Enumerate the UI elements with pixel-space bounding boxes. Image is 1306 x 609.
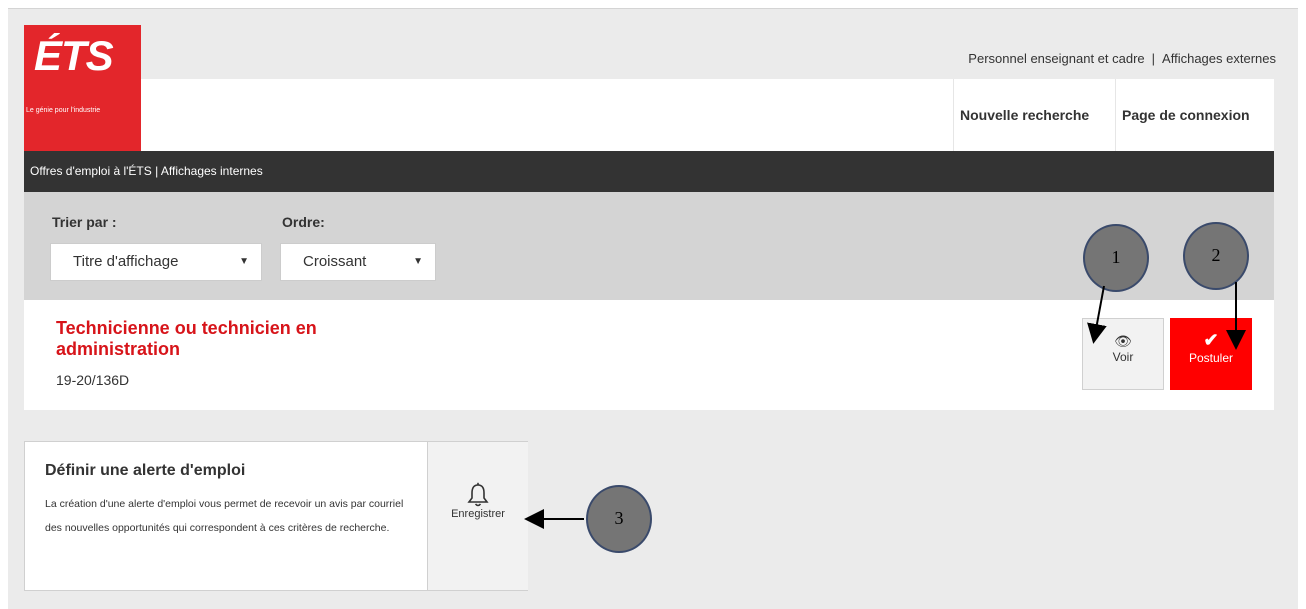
link-staff[interactable]: Personnel enseignant et cadre [968,51,1144,66]
alert-title: Définir une alerte d'emploi [45,462,246,479]
job-title[interactable]: Technicienne ou technicien en administra… [56,318,356,360]
apply-button[interactable]: ✔ Postuler [1170,318,1252,390]
logo-tagline: Le génie pour l'industrie [26,107,101,114]
eye-icon: 👁 [1114,333,1132,349]
job-reference: 19-20/136D [56,372,130,388]
apply-label: Postuler [1188,351,1234,365]
chevron-down-icon: ▼ [413,256,423,267]
annotation-circle-3: 3 [586,485,652,553]
link-separator: | [1151,51,1156,66]
sort-by-select[interactable]: Titre d'affichage ▼ [50,243,262,281]
order-label: Ordre: [282,214,325,230]
breadcrumb: Offres d'emploi à l'ÉTS | Affichages int… [24,151,1274,192]
ets-logo[interactable]: ÉTS Le génie pour l'industrie [24,25,141,158]
page-background: ÉTS Le génie pour l'industrie Personnel … [8,8,1298,609]
job-alert-panel: Définir une alerte d'emploi La création … [24,441,528,591]
login-page-button[interactable]: Page de connexion [1115,79,1274,151]
alert-description: La création d'une alerte d'emploi vous p… [45,498,404,534]
chevron-down-icon: ▼ [239,256,249,267]
sort-by-label: Trier par : [52,214,117,230]
bell-icon [428,482,528,508]
top-links: Personnel enseignant et cadre | Affichages… [968,51,1276,66]
view-label: Voir [1112,350,1134,364]
save-label: Enregistrer [451,508,505,520]
sort-by-value: Titre d'affichage [73,253,179,270]
job-listing: Technicienne ou technicien en administra… [24,300,1274,410]
annotation-circle-1: 1 [1083,224,1149,292]
view-button[interactable]: 👁 Voir [1082,318,1164,390]
nav-band: Nouvelle recherche Page de connexion [141,79,1274,151]
link-external[interactable]: Affichages externes [1162,51,1276,66]
new-search-button[interactable]: Nouvelle recherche [953,79,1111,151]
annotation-circle-2: 2 [1183,222,1249,290]
logo-mark: ÉTS [34,32,114,79]
save-alert-button[interactable]: Enregistrer [427,442,528,590]
order-value: Croissant [303,253,367,270]
checkmark-icon: ✔ [1203,330,1219,350]
order-select[interactable]: Croissant ▼ [280,243,436,281]
